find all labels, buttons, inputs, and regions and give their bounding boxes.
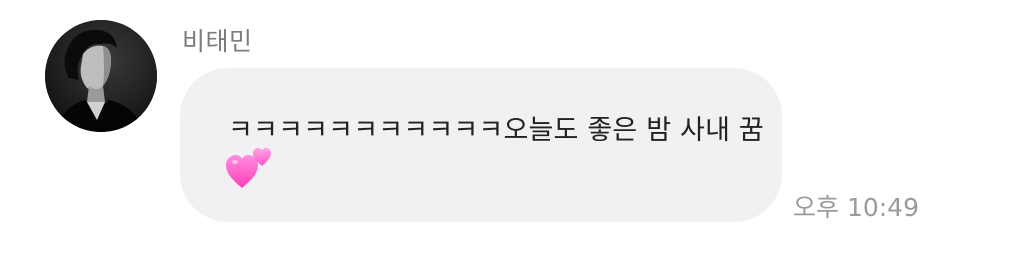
message-timestamp: 오후 10:49 [793, 193, 919, 222]
profile-photo-icon [45, 20, 157, 132]
sender-name: 비태민 [182, 27, 253, 56]
message-text: ㅋㅋㅋㅋㅋㅋㅋㅋㅋㅋㅋ오늘도 좋은 밤 사내 꿈 [228, 115, 764, 146]
message-bubble[interactable]: ㅋㅋㅋㅋㅋㅋㅋㅋㅋㅋㅋ오늘도 좋은 밤 사내 꿈 [180, 68, 782, 222]
two-hearts-icon [226, 144, 274, 190]
avatar[interactable] [45, 20, 157, 132]
